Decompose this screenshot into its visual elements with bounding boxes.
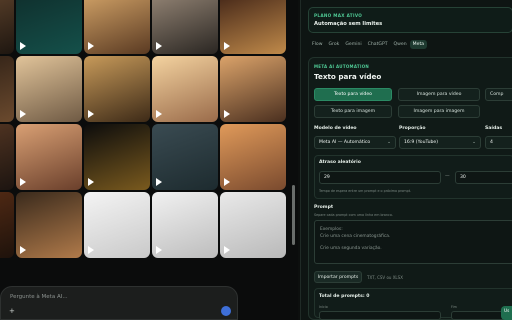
mode-text-to-video[interactable]: Texto para vídeo (314, 88, 392, 101)
gallery-thumbnail[interactable] (152, 124, 218, 190)
provider-tabs: Flow Grok Gemini ChatGPT Qwen Meta (309, 40, 428, 49)
tab-grok[interactable]: Grok (326, 40, 343, 49)
tab-chatgpt[interactable]: ChatGPT (365, 40, 391, 49)
prompt-example: Exemplos: (320, 227, 343, 232)
plan-text: Automação sem limites (314, 21, 383, 27)
gallery-thumbnail[interactable] (16, 56, 82, 122)
gallery-thumbnail[interactable] (84, 0, 150, 54)
outputs-label: Saídas (485, 126, 503, 131)
delay-max-input[interactable]: 30 (455, 171, 512, 184)
image-gallery: Pergunte à Meta AI... + (0, 0, 298, 320)
chevron-down-icon: ⌄ (472, 140, 476, 145)
mode-text-to-image[interactable]: Texto para imagem (314, 105, 392, 118)
play-icon (88, 110, 94, 118)
gallery-thumbnail[interactable] (152, 56, 218, 122)
start-label: Início (319, 305, 328, 309)
gallery-thumbnail[interactable] (16, 0, 82, 54)
model-label: Modelo de vídeo (314, 126, 357, 131)
delay-min-input[interactable]: 29 (319, 171, 441, 184)
outputs-input[interactable]: 4 (485, 136, 512, 149)
prompt-label: Prompt (314, 205, 334, 210)
chevron-down-icon: ⌄ (387, 140, 391, 145)
delay-label: Atraso aleatório (319, 160, 361, 165)
prompt-example-line-1: Crie uma cena cinematográfica. (320, 234, 391, 239)
chat-input[interactable]: Pergunte à Meta AI... (10, 294, 68, 300)
gallery-thumbnail[interactable] (220, 192, 286, 258)
end-label: Fim (451, 305, 457, 309)
gallery-thumbnail[interactable] (84, 56, 150, 122)
gallery-thumbnail[interactable] (152, 0, 218, 54)
import-formats: TXT, CSV ou XLSX (367, 275, 403, 280)
plan-banner: PLANO MAX ATIVO Automação sem limites (308, 7, 512, 33)
send-icon[interactable] (221, 306, 231, 316)
gallery-thumbnail[interactable] (152, 192, 218, 258)
gallery-grid (0, 0, 286, 258)
section-label: META AI AUTOMATION (314, 64, 370, 69)
outputs-value: 4 (490, 140, 493, 145)
gallery-scrollbar[interactable] (292, 185, 295, 245)
play-icon (156, 110, 162, 118)
meta-ai-chat-box[interactable]: Pergunte à Meta AI... + (0, 286, 238, 320)
ratio-select[interactable]: 16:9 (YouTube) ⌄ (399, 136, 481, 149)
play-icon (224, 178, 230, 186)
play-icon (20, 246, 26, 254)
mode-compose[interactable]: Comp (485, 88, 512, 101)
user-button[interactable]: Us (501, 306, 512, 320)
delay-min-value: 29 (324, 175, 330, 180)
plan-label: PLANO MAX ATIVO (314, 13, 363, 18)
gallery-thumbnail[interactable] (0, 124, 14, 190)
tab-flow[interactable]: Flow (309, 40, 326, 49)
play-icon (88, 178, 94, 186)
gallery-thumbnail[interactable] (0, 192, 14, 258)
play-icon (224, 110, 230, 118)
tab-qwen[interactable]: Qwen (391, 40, 410, 49)
play-icon (20, 42, 26, 50)
delay-box: Atraso aleatório 29 — 30 Tempo de espera… (314, 155, 512, 199)
gallery-thumbnail[interactable] (220, 124, 286, 190)
start-input[interactable] (319, 311, 441, 320)
meta-automation-card: META AI AUTOMATION Texto para vídeo Text… (308, 57, 512, 320)
play-icon (156, 178, 162, 186)
play-icon (156, 246, 162, 254)
play-icon (224, 246, 230, 254)
gallery-thumbnail[interactable] (16, 192, 82, 258)
mode-image-to-video[interactable]: Imagem para vídeo (398, 88, 480, 101)
model-value: Meta AI — Automático (319, 140, 371, 145)
prompt-hint: Separe cada prompt com uma linha em bran… (314, 213, 393, 217)
play-icon (88, 42, 94, 50)
gallery-thumbnail[interactable] (220, 0, 286, 54)
prompt-textarea[interactable]: Exemplos: Crie uma cena cinematográfica.… (314, 220, 512, 264)
import-prompts-button[interactable]: Importar prompts (314, 271, 362, 283)
mode-image-to-image[interactable]: Imagem para imagem (398, 105, 480, 118)
gallery-thumbnail[interactable] (0, 56, 14, 122)
card-title: Texto para vídeo (314, 72, 382, 81)
play-icon (20, 178, 26, 186)
delay-max-value: 30 (460, 175, 466, 180)
total-box: Total de prompts: 0 Início Fim (314, 288, 512, 320)
play-icon (88, 246, 94, 254)
ratio-value: 16:9 (YouTube) (404, 140, 439, 145)
tab-gemini[interactable]: Gemini (342, 40, 364, 49)
ratio-label: Proporção (399, 126, 426, 131)
model-select[interactable]: Meta AI — Automático ⌄ (314, 136, 396, 149)
gallery-thumbnail[interactable] (220, 56, 286, 122)
delay-hint: Tempo de espera entre um prompt e o próx… (319, 189, 412, 193)
automation-panel: PLANO MAX ATIVO Automação sem limites Fl… (300, 0, 512, 320)
play-icon (20, 110, 26, 118)
prompt-example-line-2: Crie uma segunda variação. (320, 246, 382, 251)
delay-separator: — (445, 174, 450, 179)
play-icon (156, 42, 162, 50)
gallery-thumbnail[interactable] (0, 0, 14, 54)
total-label: Total de prompts: 0 (319, 294, 370, 299)
gallery-thumbnail[interactable] (84, 124, 150, 190)
tab-meta[interactable]: Meta (409, 40, 428, 49)
play-icon (224, 42, 230, 50)
plus-icon[interactable]: + (9, 307, 15, 315)
gallery-thumbnail[interactable] (84, 192, 150, 258)
gallery-thumbnail[interactable] (16, 124, 82, 190)
